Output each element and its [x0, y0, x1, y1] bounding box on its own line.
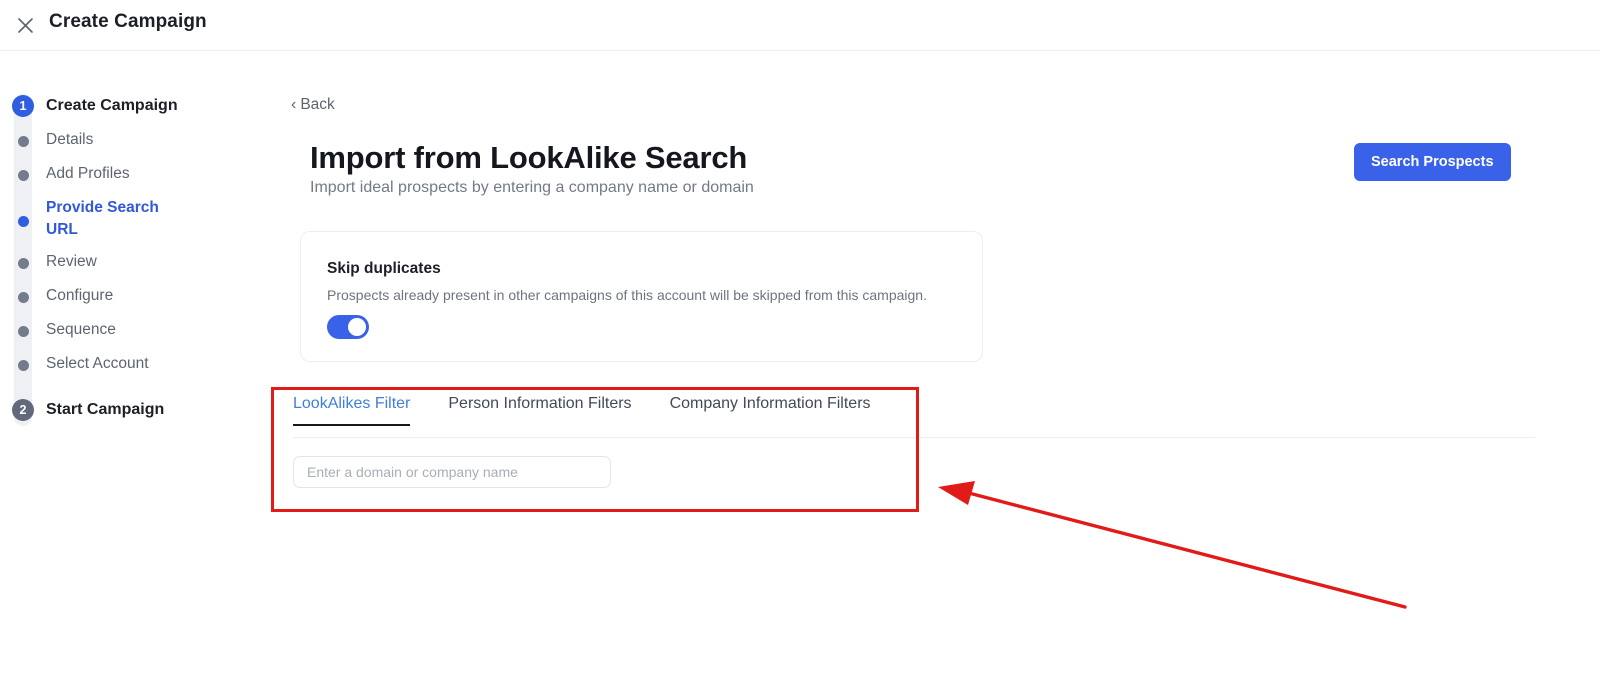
step-dot-icon: [17, 170, 29, 181]
sidebar-item-provide-search-url[interactable]: Provide Search URL: [0, 197, 272, 242]
filter-tabs: LookAlikes Filter Person Information Fil…: [293, 395, 909, 426]
sidebar-item-start-campaign[interactable]: 2 Start Campaign: [0, 398, 272, 421]
step-dot-icon: [17, 136, 29, 147]
sidebar-item-details[interactable]: Details: [0, 129, 272, 151]
sidebar-item-label: Configure: [46, 287, 114, 304]
close-icon[interactable]: [12, 12, 38, 38]
sidebar: 1 Create Campaign Details Add Profiles P…: [0, 52, 272, 691]
step-marker-2: 2: [0, 398, 46, 421]
sidebar-item-label: Provide Search URL: [46, 199, 159, 239]
step-badge-1: 1: [12, 95, 34, 117]
app-root: Create Campaign 1 Create Campaign Detail…: [0, 0, 1600, 691]
sidebar-item-sequence[interactable]: Sequence: [0, 319, 272, 341]
skip-duplicates-toggle[interactable]: [327, 315, 369, 339]
step-dot-icon: [17, 360, 29, 371]
sidebar-item-label: Add Profiles: [46, 165, 130, 182]
sidebar-item-select-account[interactable]: Select Account: [0, 353, 272, 375]
step-marker-dot: [0, 319, 46, 337]
sidebar-item-label: Details: [46, 131, 94, 148]
sidebar-item-label: Create Campaign: [46, 97, 178, 114]
step-marker-dot: [0, 353, 46, 371]
step-badge-2: 2: [12, 399, 34, 421]
step-dot-active-icon: [17, 216, 29, 227]
chevron-left-icon: ‹: [291, 96, 297, 113]
skip-duplicates-description: Prospects already present in other campa…: [327, 287, 927, 303]
sidebar-item-label: Select Account: [46, 355, 149, 372]
step-dot-icon: [17, 292, 29, 303]
sidebar-item-label: Sequence: [46, 321, 116, 338]
sidebar-item-create-campaign[interactable]: 1 Create Campaign: [0, 94, 272, 117]
window-header: Create Campaign: [0, 0, 1600, 51]
sidebar-item-add-profiles[interactable]: Add Profiles: [0, 163, 272, 185]
step-dot-icon: [17, 258, 29, 269]
search-prospects-button[interactable]: Search Prospects: [1354, 143, 1511, 181]
sidebar-item-label: Review: [46, 253, 97, 270]
back-button-label: Back: [300, 96, 335, 113]
step-marker-dot: [0, 129, 46, 147]
skip-duplicates-card: Skip duplicates Prospects already presen…: [300, 231, 983, 362]
tab-company-information-filters[interactable]: Company Information Filters: [670, 395, 871, 426]
step-marker-dot: [0, 163, 46, 181]
skip-duplicates-title: Skip duplicates: [327, 260, 441, 277]
step-marker-1: 1: [0, 94, 46, 117]
tab-person-information-filters[interactable]: Person Information Filters: [448, 395, 631, 426]
sidebar-item-review[interactable]: Review: [0, 251, 272, 273]
domain-search-input[interactable]: [293, 456, 611, 488]
step-dot-icon: [17, 326, 29, 337]
back-button[interactable]: ‹ Back: [291, 96, 335, 114]
step-marker-dot-active: [0, 197, 46, 227]
page-title: Import from LookAlike Search: [310, 140, 748, 175]
step-marker-dot: [0, 251, 46, 269]
main-content: ‹ Back Import from LookAlike Search Impo…: [272, 52, 1600, 691]
tab-lookalikes-filter[interactable]: LookAlikes Filter: [293, 395, 411, 426]
tab-divider: [293, 437, 1535, 438]
step-marker-dot: [0, 285, 46, 303]
sidebar-item-configure[interactable]: Configure: [0, 285, 272, 307]
toggle-knob: [348, 318, 366, 336]
window-title: Create Campaign: [49, 11, 207, 32]
page-subtitle: Import ideal prospects by entering a com…: [310, 179, 754, 196]
sidebar-item-label: Start Campaign: [46, 401, 165, 418]
